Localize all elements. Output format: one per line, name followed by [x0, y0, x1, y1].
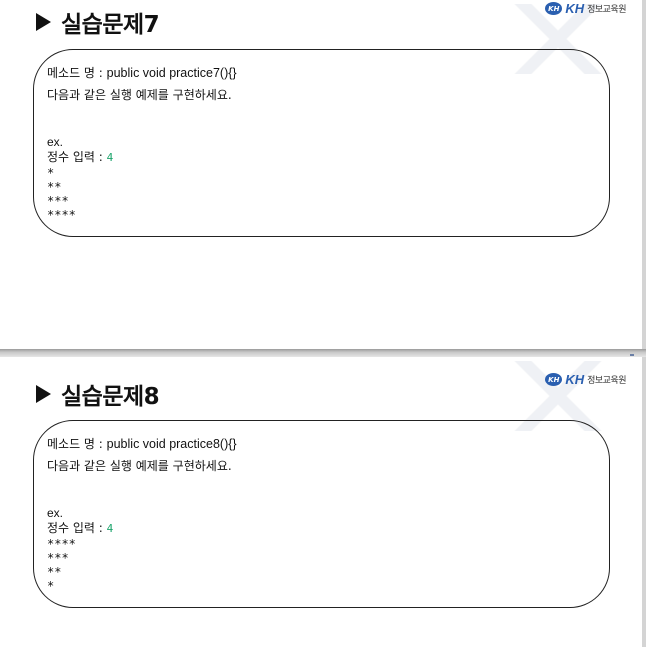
input-label: 정수 입력 :: [47, 521, 107, 535]
method-label: 메소드 명 :: [47, 66, 107, 80]
input-line: 정수 입력 : 4: [47, 150, 113, 165]
example-label: ex.: [47, 506, 64, 520]
slide-practice-8: KH KH 정보교육원 실습문제8 메소드 명 : public void pr…: [0, 357, 646, 647]
logo-badge-icon: KH: [545, 373, 563, 386]
output-line: *: [47, 166, 55, 180]
exercise-box: 메소드 명 : public void practice7(){} 다음과 같은…: [33, 49, 610, 237]
separator-mark: [630, 354, 634, 356]
slide-practice-7: KH KH 정보교육원 실습문제7 메소드 명 : public void pr…: [0, 0, 646, 349]
input-label: 정수 입력 :: [47, 150, 107, 164]
logo-org-name: 정보교육원: [587, 376, 626, 386]
slide-separator: [0, 349, 646, 357]
method-signature: public void practice8(){}: [106, 437, 237, 451]
output-line: ***: [47, 194, 69, 208]
output-line: ***: [47, 551, 69, 565]
method-label: 메소드 명 :: [47, 437, 107, 451]
example-label: ex.: [47, 135, 64, 149]
input-line: 정수 입력 : 4: [47, 521, 113, 536]
logo-brand: KH: [565, 372, 585, 387]
output-line: **: [47, 565, 62, 579]
slide-title: 실습문제7: [36, 5, 160, 39]
output-line: **: [47, 180, 62, 194]
method-line: 메소드 명 : public void practice7(){}: [47, 66, 237, 80]
output-line: ****: [47, 537, 76, 551]
triangle-bullet-icon: [36, 13, 51, 31]
kh-logo: KH KH 정보교육원: [545, 372, 626, 387]
input-value: 4: [106, 151, 114, 164]
kh-logo: KH KH 정보교육원: [545, 1, 626, 16]
slide-title-text: 실습문제8: [61, 384, 160, 410]
method-line: 메소드 명 : public void practice8(){}: [47, 437, 237, 451]
instruction-text: 다음과 같은 실행 예제를 구현하세요.: [47, 88, 232, 102]
output-line: *: [47, 579, 55, 593]
slide-title: 실습문제8: [36, 377, 160, 411]
input-value: 4: [106, 522, 114, 535]
logo-badge-icon: KH: [545, 2, 563, 15]
logo-brand: KH: [565, 1, 585, 16]
triangle-bullet-icon: [36, 385, 51, 403]
exercise-box: 메소드 명 : public void practice8(){} 다음과 같은…: [33, 420, 610, 608]
instruction-text: 다음과 같은 실행 예제를 구현하세요.: [47, 459, 232, 473]
method-signature: public void practice7(){}: [106, 66, 237, 80]
logo-org-name: 정보교육원: [587, 5, 626, 15]
output-line: ****: [47, 208, 76, 222]
slide-title-text: 실습문제7: [61, 12, 160, 38]
